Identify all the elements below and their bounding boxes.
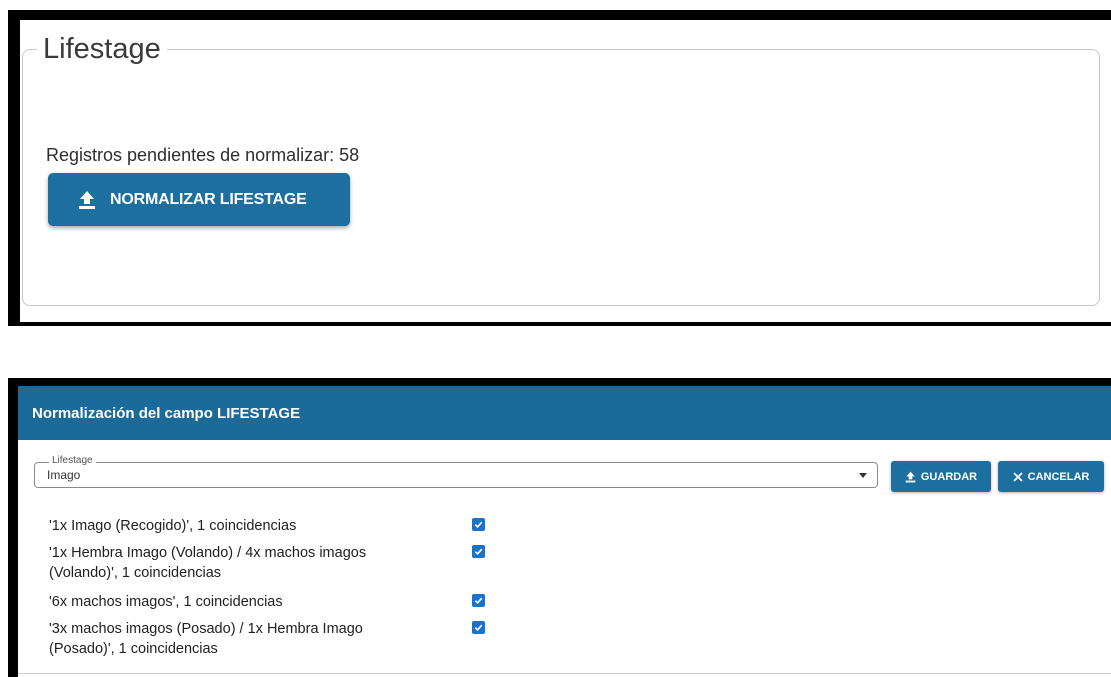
list-item-text: '1x Imago (Recogido)', 1 coincidencias — [49, 518, 297, 534]
list-item-text: '1x Hembra Imago (Volando) / 4x machos i… — [49, 545, 367, 581]
cancel-button[interactable]: CANCELAR — [998, 461, 1104, 492]
normalization-dialog-frame: Normalización del campo LIFESTAGE Lifest… — [8, 378, 1111, 677]
item-checkbox[interactable] — [472, 545, 485, 558]
dropdown-arrow-icon[interactable] — [859, 473, 867, 478]
lifestage-select-value: Imago — [47, 468, 81, 482]
item-checkbox[interactable] — [472, 594, 485, 607]
lifestage-select-label: Lifestage — [49, 455, 96, 467]
list-item: '6x machos imagos', 1 coincidencias — [49, 592, 569, 612]
upload-icon — [905, 471, 916, 482]
normalize-button-label: NORMALIZAR LIFESTAGE — [110, 190, 307, 208]
pending-records-label: Registros pendientes de normalizar: 58 — [46, 145, 360, 165]
list-item-text: '6x machos imagos', 1 coincidencias — [49, 594, 283, 610]
list-item-text: '3x machos imagos (Posado) / 1x Hembra I… — [49, 621, 363, 657]
lifestage-select[interactable]: Lifestage Imago — [34, 455, 878, 488]
match-list: '1x Imago (Recogido)', 1 coincidencias '… — [49, 516, 569, 659]
lifestage-fieldset: Lifestage — [22, 34, 1100, 306]
normalization-dialog: Normalización del campo LIFESTAGE Lifest… — [18, 386, 1111, 677]
list-item: '1x Imago (Recogido)', 1 coincidencias — [49, 516, 569, 536]
dialog-header: Normalización del campo LIFESTAGE — [18, 386, 1111, 440]
check-icon — [474, 521, 483, 529]
lifestage-legend: Lifestage — [43, 33, 161, 65]
item-checkbox[interactable] — [472, 621, 485, 634]
list-item: '1x Hembra Imago (Volando) / 4x machos i… — [49, 543, 569, 583]
normalize-lifestage-button[interactable]: NORMALIZAR LIFESTAGE — [48, 173, 350, 226]
upload-icon — [79, 190, 95, 209]
divider — [18, 673, 1111, 674]
cancel-button-label: CANCELAR — [1027, 470, 1090, 483]
lifestage-panel: Lifestage Registros pendientes de normal… — [20, 20, 1111, 322]
check-icon — [474, 597, 483, 605]
dialog-title: Normalización del campo LIFESTAGE — [32, 404, 301, 422]
list-item: '3x machos imagos (Posado) / 1x Hembra I… — [49, 619, 569, 659]
save-button-label: GUARDAR — [920, 470, 978, 483]
lifestage-panel-frame: Lifestage Registros pendientes de normal… — [8, 10, 1111, 326]
check-icon — [474, 624, 483, 632]
close-icon — [1012, 471, 1023, 482]
item-checkbox[interactable] — [472, 518, 485, 531]
save-button[interactable]: GUARDAR — [891, 461, 991, 492]
check-icon — [474, 548, 483, 556]
